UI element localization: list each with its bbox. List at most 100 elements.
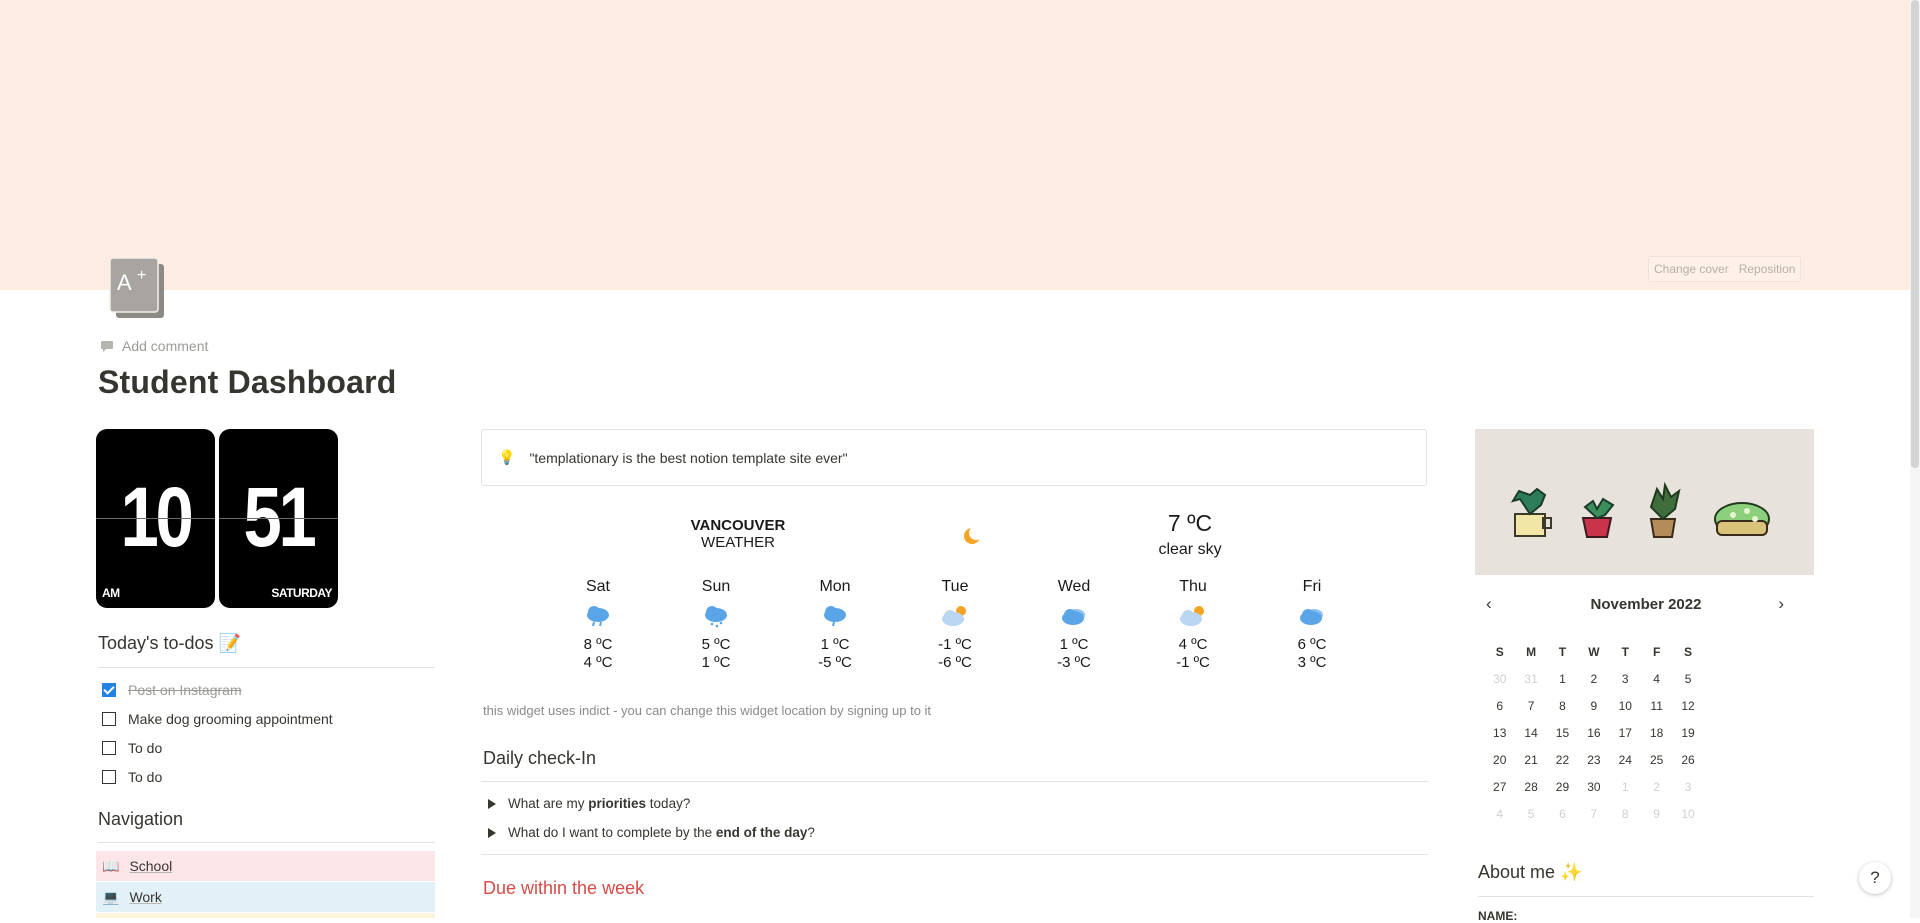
calendar-day[interactable]: 23: [1578, 753, 1609, 780]
calendar-day[interactable]: 7: [1578, 807, 1609, 834]
due-heading[interactable]: Due within the week: [483, 878, 644, 899]
scrollbar-thumb[interactable]: [1911, 0, 1919, 468]
todo-item[interactable]: Make dog grooming appointment: [102, 711, 333, 727]
calendar-day[interactable]: 17: [1610, 726, 1641, 753]
plants-image: [1475, 429, 1814, 575]
page-title[interactable]: Student Dashboard: [98, 364, 397, 401]
snow-cloud-icon: [671, 596, 761, 636]
lightbulb-icon: 💡: [498, 449, 516, 465]
calendar-day[interactable]: 1: [1610, 780, 1641, 807]
grade-a-plus-icon[interactable]: A +: [108, 256, 166, 320]
calendar-day[interactable]: 18: [1641, 726, 1672, 753]
weather-widget-note: this widget uses indict - you can change…: [483, 703, 932, 718]
calendar-day[interactable]: 8: [1547, 699, 1578, 726]
weather-location: VANCOUVER WEATHER: [690, 517, 786, 551]
clock-period: AM: [102, 586, 120, 600]
calendar-weekday: T: [1621, 645, 1629, 659]
navigation-heading[interactable]: Navigation: [98, 809, 183, 830]
calendar-day[interactable]: 9: [1578, 699, 1609, 726]
about-heading[interactable]: About me ✨: [1478, 862, 1582, 883]
calendar-day[interactable]: 1: [1547, 672, 1578, 699]
quote-text[interactable]: "templationary is the best notion templa…: [529, 450, 847, 466]
calendar-day[interactable]: 9: [1641, 807, 1672, 834]
calendar-day[interactable]: 14: [1515, 726, 1546, 753]
todo-label[interactable]: Post on Instagram: [128, 682, 242, 698]
calendar-day[interactable]: 4: [1641, 672, 1672, 699]
todo-checkbox[interactable]: [102, 741, 116, 755]
calendar-day[interactable]: 25: [1641, 753, 1672, 780]
toggle-priorities[interactable]: What are my priorities today?: [488, 796, 690, 811]
todo-item[interactable]: To do: [102, 769, 162, 785]
toggle-end-of-day[interactable]: What do I want to complete by the end of…: [488, 825, 815, 840]
calendar-day[interactable]: 8: [1610, 807, 1641, 834]
plant-teacup-icon: [1510, 487, 1552, 537]
calendar-day[interactable]: 21: [1515, 753, 1546, 780]
calendar-day[interactable]: 16: [1578, 726, 1609, 753]
calendar-day[interactable]: 10: [1610, 699, 1641, 726]
todo-label[interactable]: To do: [128, 769, 162, 785]
calendar-day[interactable]: 3: [1610, 672, 1641, 699]
calendar-day[interactable]: 2: [1641, 780, 1672, 807]
calendar-day[interactable]: 3: [1672, 780, 1703, 807]
checkin-heading[interactable]: Daily check-In: [483, 748, 596, 769]
clock-minutes-card: 51 SATURDAY: [219, 429, 338, 608]
calendar-day[interactable]: 27: [1484, 780, 1515, 807]
calendar-day[interactable]: 30: [1578, 780, 1609, 807]
calendar-day[interactable]: 10: [1672, 807, 1703, 834]
todo-label[interactable]: Make dog grooming appointment: [128, 711, 333, 727]
change-cover-button[interactable]: Change cover: [1649, 257, 1734, 281]
nav-item-school[interactable]: 📖 School: [96, 851, 435, 881]
calendar-day[interactable]: 13: [1484, 726, 1515, 753]
nav-item-work[interactable]: 💻 Work: [96, 882, 435, 912]
calendar-weekday: F: [1652, 645, 1661, 659]
rain-cloud-icon: [790, 596, 880, 636]
calendar-day[interactable]: 11: [1641, 699, 1672, 726]
laptop-icon: 💻: [102, 888, 120, 905]
calendar-next-button[interactable]: ›: [1778, 594, 1784, 614]
nav-item-label[interactable]: Work: [129, 889, 161, 905]
todo-checkbox[interactable]: [102, 712, 116, 726]
rain-cloud-icon: [553, 596, 643, 636]
calendar-weekday: W: [1588, 645, 1600, 659]
calendar-day[interactable]: 19: [1672, 726, 1703, 753]
todo-checkbox[interactable]: [102, 770, 116, 784]
todo-label[interactable]: To do: [128, 740, 162, 756]
add-comment-button[interactable]: Add comment: [100, 338, 208, 354]
nav-item-label[interactable]: School: [129, 858, 172, 874]
calendar-day[interactable]: 12: [1672, 699, 1703, 726]
calendar-day[interactable]: 2: [1578, 672, 1609, 699]
toggle-label[interactable]: What are my priorities today?: [508, 796, 690, 811]
calendar-day[interactable]: 5: [1515, 807, 1546, 834]
nav-item-partial[interactable]: [96, 913, 435, 918]
calendar-day[interactable]: 20: [1484, 753, 1515, 780]
todo-item[interactable]: Post on Instagram: [102, 682, 242, 698]
todo-item[interactable]: To do: [102, 740, 162, 756]
quote-callout[interactable]: 💡 "templationary is the best notion temp…: [481, 429, 1427, 486]
calendar-day[interactable]: 24: [1610, 753, 1641, 780]
calendar-day[interactable]: 7: [1515, 699, 1546, 726]
help-button[interactable]: ?: [1859, 862, 1891, 894]
calendar-day[interactable]: 5: [1672, 672, 1703, 699]
calendar-day[interactable]: 22: [1547, 753, 1578, 780]
toggle-label[interactable]: What do I want to complete by the end of…: [508, 825, 815, 840]
calendar-day[interactable]: 28: [1515, 780, 1546, 807]
calendar-day[interactable]: 30: [1484, 672, 1515, 699]
calendar-day[interactable]: 26: [1672, 753, 1703, 780]
clock-hours-card: 10 AM: [96, 429, 215, 608]
calendar-day[interactable]: 29: [1547, 780, 1578, 807]
calendar-day[interactable]: 6: [1547, 807, 1578, 834]
todo-checkbox[interactable]: [102, 683, 116, 697]
todos-heading[interactable]: Today's to-dos 📝: [98, 633, 241, 654]
forecast-low: 1 ºC: [701, 654, 731, 671]
forecast-high: 5 ºC: [701, 636, 731, 653]
calendar-day[interactable]: 6: [1484, 699, 1515, 726]
calendar-day[interactable]: 4: [1484, 807, 1515, 834]
calendar-title: November 2022: [1590, 596, 1702, 613]
partly-cloudy-icon: [910, 596, 1000, 636]
toggle-arrow-icon[interactable]: [488, 798, 496, 809]
toggle-arrow-icon[interactable]: [488, 827, 496, 838]
calendar-day[interactable]: 31: [1515, 672, 1546, 699]
reposition-button[interactable]: Reposition: [1734, 257, 1801, 281]
calendar-day[interactable]: 15: [1547, 726, 1578, 753]
moon-icon: [961, 525, 983, 552]
